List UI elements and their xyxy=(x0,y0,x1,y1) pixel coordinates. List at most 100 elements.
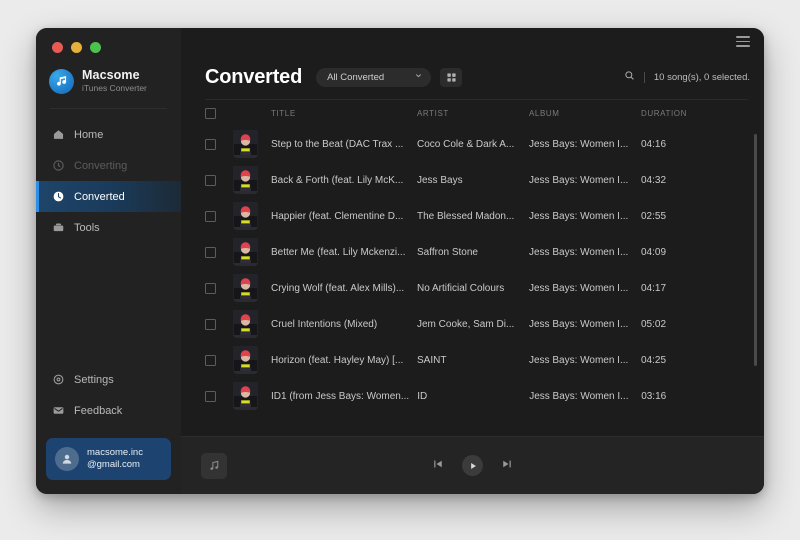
table-row[interactable]: Back & Forth (feat. Lily McK...Jess Bays… xyxy=(181,162,764,198)
song-album: Jess Bays: Women I... xyxy=(529,319,633,330)
song-album: Jess Bays: Women I... xyxy=(529,211,633,222)
song-artist: SAINT xyxy=(417,355,521,366)
album-artwork xyxy=(233,238,271,266)
account-box[interactable]: macsome.inc @gmail.com xyxy=(46,438,171,480)
album-artwork xyxy=(233,382,271,410)
hamburger-menu-icon[interactable] xyxy=(736,36,750,47)
table-row[interactable]: Step to the Beat (DAC Trax ... Coco Cole … xyxy=(181,126,764,162)
skip-previous-icon[interactable] xyxy=(432,457,444,475)
table-row[interactable]: ID1 (from Jess Bays: Women... ID Jess Bays… xyxy=(181,378,764,414)
sidebar-nav: Home Converting Conver xyxy=(36,119,181,243)
filter-dropdown[interactable]: All Converted xyxy=(316,68,431,87)
account-domain: @gmail.com xyxy=(87,459,143,471)
sidebar-item-settings[interactable]: Settings xyxy=(36,364,181,395)
song-artist: Coco Cole & Dark A... xyxy=(417,139,521,150)
traffic-lights xyxy=(36,28,181,54)
list-scrollbar[interactable] xyxy=(754,134,757,410)
user-avatar-icon xyxy=(55,447,79,471)
song-duration: 04:25 xyxy=(641,355,711,366)
table-row[interactable]: Better Me (feat. Lily Mckenzi...Saffron … xyxy=(181,234,764,270)
row-checkbox[interactable] xyxy=(205,391,233,402)
scrollbar-thumb[interactable] xyxy=(754,134,757,366)
select-all-checkbox[interactable] xyxy=(205,108,233,119)
song-list[interactable]: Step to the Beat (DAC Trax ... Coco Cole … xyxy=(181,126,764,436)
table-row[interactable]: Happier (feat. Clementine D... The Blesse… xyxy=(181,198,764,234)
row-checkbox[interactable] xyxy=(205,139,233,150)
sidebar-item-label: Settings xyxy=(74,374,114,386)
song-album: Jess Bays: Women I... xyxy=(529,283,633,294)
song-album: Jess Bays: Women I... xyxy=(529,355,633,366)
song-artist: Jess Bays xyxy=(417,175,521,186)
song-title: Step to the Beat (DAC Trax ... xyxy=(271,139,409,150)
sidebar-bottom-nav: Settings Feedback xyxy=(36,364,181,426)
play-icon[interactable] xyxy=(462,455,483,476)
sidebar-item-home[interactable]: Home xyxy=(36,119,181,150)
gear-icon xyxy=(52,373,65,386)
song-duration: 04:17 xyxy=(641,283,711,294)
album-artwork xyxy=(233,274,271,302)
sidebar-item-label: Tools xyxy=(74,222,100,234)
page-title: Converted xyxy=(205,66,302,89)
sidebar-item-label: Converting xyxy=(74,160,127,172)
song-album: Jess Bays: Women I... xyxy=(529,391,633,402)
song-artist: No Artificial Colours xyxy=(417,283,521,294)
song-artist: ID xyxy=(417,391,521,402)
column-header-artist[interactable]: ARTIST xyxy=(417,109,529,118)
row-checkbox[interactable] xyxy=(205,211,233,222)
zoom-window-button[interactable] xyxy=(90,42,101,53)
minimize-window-button[interactable] xyxy=(71,42,82,53)
row-checkbox[interactable] xyxy=(205,247,233,258)
song-album: Jess Bays: Women I... xyxy=(529,175,633,186)
close-window-button[interactable] xyxy=(52,42,63,53)
converting-icon xyxy=(52,159,65,172)
account-name: macsome.inc xyxy=(87,447,143,459)
table-row[interactable]: Cruel Intentions (Mixed)Jem Cooke, Sam D… xyxy=(181,306,764,342)
search-icon[interactable] xyxy=(624,70,635,84)
song-duration: 04:32 xyxy=(641,175,711,186)
album-artwork xyxy=(233,130,271,158)
song-album: Jess Bays: Women I... xyxy=(529,247,633,258)
clock-icon xyxy=(52,190,65,203)
sidebar-item-converted[interactable]: Converted xyxy=(36,181,181,212)
account-text: macsome.inc @gmail.com xyxy=(87,447,143,471)
sidebar-item-tools[interactable]: Tools xyxy=(36,212,181,243)
row-checkbox[interactable] xyxy=(205,319,233,330)
song-duration: 03:16 xyxy=(641,391,711,402)
table-row[interactable]: Horizon (feat. Hayley May) [... SAINT Jess… xyxy=(181,342,764,378)
titlebar xyxy=(181,28,764,55)
row-checkbox[interactable] xyxy=(205,175,233,186)
album-artwork xyxy=(233,202,271,230)
brand: Macsome iTunes Converter xyxy=(36,54,181,94)
table-row[interactable]: Crying Wolf (feat. Alex Mills)...No Arti… xyxy=(181,270,764,306)
player-bar xyxy=(181,436,764,494)
song-duration: 05:02 xyxy=(641,319,711,330)
album-artwork xyxy=(233,310,271,338)
column-header-title[interactable]: TITLE xyxy=(271,109,417,118)
sidebar-divider xyxy=(50,108,167,109)
row-checkbox[interactable] xyxy=(205,355,233,366)
transport-controls xyxy=(181,455,764,476)
song-title: Cruel Intentions (Mixed) xyxy=(271,319,409,330)
song-title: Happier (feat. Clementine D... xyxy=(271,211,409,222)
grid-view-icon[interactable] xyxy=(440,68,462,87)
brand-subtitle: iTunes Converter xyxy=(82,84,147,94)
sidebar-item-label: Home xyxy=(74,129,103,141)
selection-status: 10 song(s), 0 selected. xyxy=(654,72,750,83)
macsome-logo-icon xyxy=(49,69,74,94)
sidebar-item-converting[interactable]: Converting xyxy=(36,150,181,181)
row-checkbox[interactable] xyxy=(205,283,233,294)
song-duration: 04:16 xyxy=(641,139,711,150)
filter-dropdown-value: All Converted xyxy=(327,72,384,83)
song-title: Horizon (feat. Hayley May) [... xyxy=(271,355,409,366)
skip-next-icon[interactable] xyxy=(501,457,513,475)
column-header-album[interactable]: ALBUM xyxy=(529,109,641,118)
feedback-icon xyxy=(52,404,65,417)
song-artist: The Blessed Madon... xyxy=(417,211,521,222)
column-header-duration[interactable]: DURATION xyxy=(641,109,711,118)
sidebar-item-feedback[interactable]: Feedback xyxy=(36,395,181,426)
song-title: ID1 (from Jess Bays: Women... xyxy=(271,391,409,402)
song-artist: Saffron Stone xyxy=(417,247,521,258)
sidebar-item-label: Converted xyxy=(74,191,125,203)
sidebar: Macsome iTunes Converter Home xyxy=(36,28,181,494)
page-header: Converted All Converted xyxy=(181,55,764,99)
